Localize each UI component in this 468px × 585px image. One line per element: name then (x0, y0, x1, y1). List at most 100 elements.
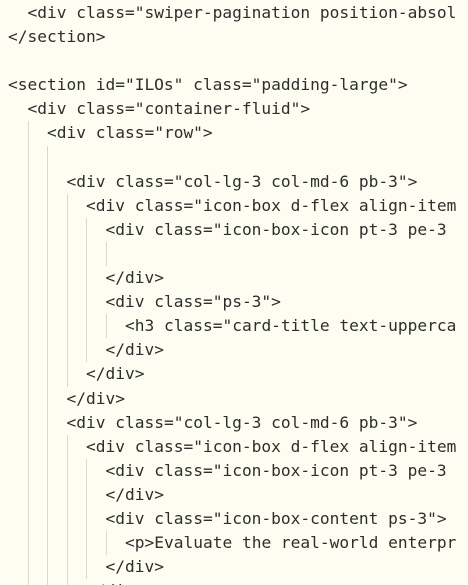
indent-guide (47, 193, 48, 218)
indent-guide (105, 241, 107, 267)
code-text: </div> (86, 579, 144, 585)
code-line[interactable]: <div class="col-lg-3 col-md-6 pb-3"> (0, 410, 468, 435)
code-line[interactable] (0, 241, 468, 267)
code-text: <div class="ps-3"> (105, 292, 281, 312)
code-line[interactable]: </div> (0, 386, 468, 411)
indent-guide (27, 121, 29, 146)
indent-guide (47, 266, 48, 291)
indent-guide (66, 217, 68, 242)
code-text: <p>Evaluate the real-world enterpr (125, 533, 457, 553)
code-text: </div> (105, 557, 164, 577)
code-line[interactable]: <div class="icon-box-content ps-3"> (0, 506, 468, 532)
indent-guide (66, 579, 68, 585)
code-text: <div class="icon-box-icon pt-3 pe-3 (105, 460, 447, 480)
code-line[interactable]: <section id="ILOs" class="padding-large"… (0, 73, 468, 97)
code-text: <div class="col-lg-3 col-md-6 pb-3"> (66, 412, 418, 432)
code-text: <div class="swiper-pagination position-a… (27, 3, 457, 22)
indent-guide (27, 241, 29, 267)
indent-guide (66, 290, 68, 315)
code-line[interactable]: </div> (0, 338, 468, 363)
code-line[interactable]: <div class="container-fluid"> (0, 97, 468, 121)
code-line[interactable]: </div> (0, 579, 468, 585)
code-text: <div class="col-lg-3 col-md-6 pb-3"> (66, 171, 418, 191)
code-line[interactable]: <div class="icon-box-icon pt-3 pe-3 (0, 458, 468, 483)
indent-guide (47, 338, 48, 363)
code-line[interactable]: <div class="swiper-pagination position-a… (0, 1, 468, 25)
indent-guide (86, 531, 87, 556)
indent-guide (27, 386, 29, 411)
code-line[interactable]: </div> (0, 362, 468, 387)
indent-guide (27, 482, 29, 507)
indent-guide (27, 193, 29, 218)
code-editor[interactable]: <div class="swiper-pagination position-a… (0, 0, 468, 585)
code-line[interactable]: <div class="icon-box d-flex align-item (0, 193, 468, 218)
code-text: </div> (105, 484, 164, 504)
code-line[interactable]: <div class="icon-box d-flex align-item (0, 434, 468, 459)
indent-guide (27, 314, 29, 339)
indent-guide (47, 482, 48, 507)
indent-guide (47, 145, 48, 170)
code-text: </div> (105, 268, 164, 288)
indent-guide (27, 362, 29, 387)
indent-guide (27, 145, 29, 170)
code-text: <div class="icon-box d-flex align-item (86, 195, 457, 215)
code-line[interactable]: <div class="col-lg-3 col-md-6 pb-3"> (0, 169, 468, 194)
code-text: </div> (66, 388, 125, 408)
indent-guide (47, 555, 48, 580)
indent-guide (27, 290, 29, 315)
code-line[interactable]: <div class="icon-box-icon pt-3 pe-3 (0, 217, 468, 242)
indent-guide (105, 531, 107, 556)
code-line[interactable]: </div> (0, 555, 468, 580)
indent-guide (66, 362, 68, 387)
code-text: </div> (86, 364, 145, 384)
code-line[interactable]: </section> (0, 25, 468, 49)
code-line[interactable] (0, 49, 468, 73)
code-line[interactable]: <h3 class="card-title text-upperca (0, 314, 468, 339)
indent-guide (66, 241, 68, 267)
indent-guide (66, 506, 68, 532)
code-line[interactable] (0, 145, 468, 170)
indent-guide (66, 531, 68, 556)
indent-guide (86, 506, 87, 532)
indent-guide (47, 506, 48, 532)
indent-guide (66, 458, 68, 483)
indent-guide (27, 266, 29, 291)
indent-guide (47, 217, 48, 242)
indent-guide (47, 579, 48, 585)
indent-guide (27, 555, 29, 580)
indent-guide (47, 241, 48, 267)
indent-guide (66, 314, 68, 339)
code-line[interactable]: <div class="ps-3"> (0, 290, 468, 315)
indent-guide (66, 434, 68, 459)
indent-guide (47, 531, 48, 556)
indent-guide (66, 193, 68, 218)
code-line[interactable]: </div> (0, 482, 468, 507)
indent-guide (27, 579, 29, 585)
indent-guide (27, 506, 29, 532)
code-line[interactable]: <p>Evaluate the real-world enterpr (0, 531, 468, 556)
indent-guide (105, 314, 107, 339)
indent-guide (47, 458, 48, 483)
code-text: <h3 class="card-title text-upperca (125, 316, 457, 336)
code-text: <div class="icon-box-content ps-3"> (105, 508, 447, 528)
indent-guide (86, 482, 87, 507)
code-line[interactable]: </div> (0, 266, 468, 291)
indent-guide (66, 338, 68, 363)
indent-guide (66, 266, 68, 291)
indent-guide (86, 338, 87, 363)
indent-guide (47, 362, 48, 387)
indent-guide (86, 290, 87, 315)
code-text: </div> (105, 340, 164, 360)
indent-guide (47, 434, 48, 459)
indent-guide (66, 555, 68, 580)
code-text: <div class="icon-box-icon pt-3 pe-3 (105, 219, 447, 239)
indent-guide (86, 458, 87, 483)
indent-guide (27, 169, 29, 194)
indent-guide (27, 458, 29, 483)
indent-guide (86, 217, 87, 242)
indent-guide (27, 531, 29, 556)
code-line[interactable]: <div class="row"> (0, 121, 468, 146)
indent-guide (27, 410, 29, 435)
indent-guide (47, 410, 48, 435)
code-text: <div class="icon-box d-flex align-item (86, 436, 457, 456)
